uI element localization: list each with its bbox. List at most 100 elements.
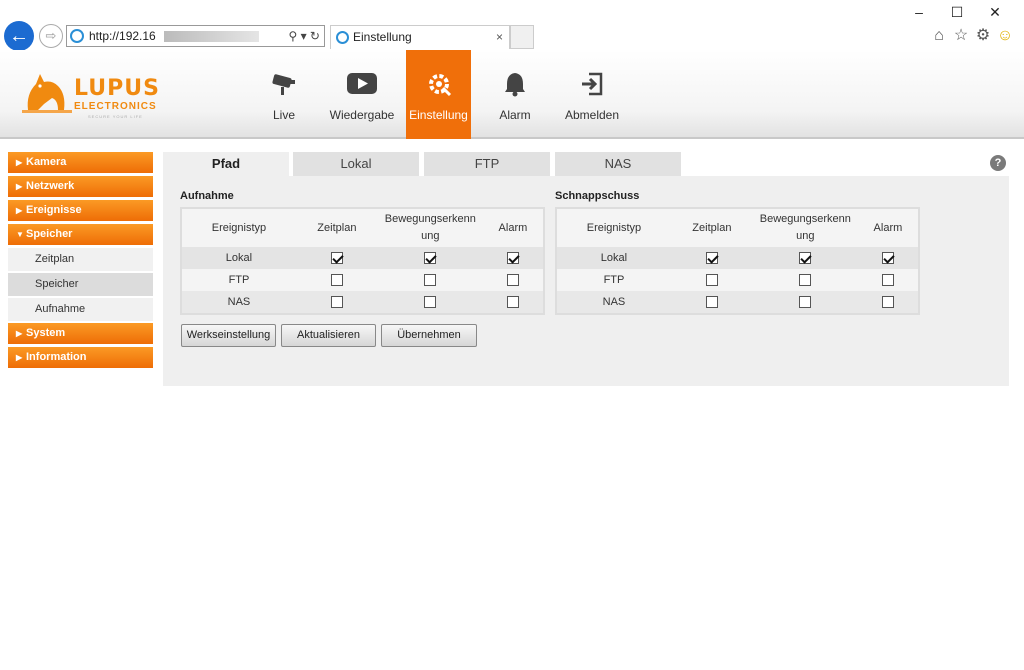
checkbox[interactable] (799, 274, 812, 287)
column-header: Zeitplan (317, 221, 357, 234)
sidebar-item-label: Kamera (26, 156, 67, 168)
row-label: NAS (182, 291, 296, 313)
logout-icon (560, 70, 624, 100)
checkbox[interactable] (506, 252, 519, 265)
checkbox[interactable] (424, 296, 437, 309)
smiley-icon[interactable]: ☺ (994, 27, 1016, 45)
column-header: Ereignistyp (586, 221, 642, 234)
window-controls: – ☐ ✕ (900, 4, 1014, 21)
sidebar-subitem-speicher[interactable]: Speicher (8, 273, 153, 296)
sidebar-subitem-aufnahme[interactable]: Aufnahme (8, 298, 153, 321)
tab-ftp[interactable]: FTP (424, 152, 550, 176)
app-header: LUPUS ELECTRONICS SECURE YOUR LIFE Live … (0, 50, 1024, 139)
back-arrow-icon[interactable]: ← (4, 21, 34, 51)
wolf-logo-icon (22, 74, 72, 113)
sidebar-item-ereignisse[interactable]: ▶ Ereignisse (8, 200, 153, 221)
table-row: NAS (557, 291, 918, 313)
logo-brand: LUPUS (74, 76, 160, 101)
checkbox[interactable] (705, 296, 718, 309)
aufnahme-title: Aufnahme (180, 190, 234, 202)
checkbox[interactable] (330, 296, 343, 309)
default-button[interactable]: Werkseinstellung (181, 324, 276, 347)
tab-lokal[interactable]: Lokal (293, 152, 419, 176)
apply-button[interactable]: Übernehmen (381, 324, 477, 347)
checkbox[interactable] (506, 296, 519, 309)
checkbox[interactable] (705, 252, 718, 265)
checkbox[interactable] (424, 252, 437, 265)
logo-sub: ELECTRONICS (74, 101, 157, 112)
sidebar-item-label: System (26, 327, 66, 339)
table-row: NAS (182, 291, 543, 313)
caret-right-icon: ▶ (16, 206, 23, 215)
checkbox[interactable] (881, 274, 894, 287)
sidebar-item-system[interactable]: ▶ System (8, 323, 153, 344)
star-icon[interactable]: ☆ (950, 25, 972, 45)
settings-icon (406, 70, 471, 100)
browser-toolbar: ⌂ ☆ ⚙ ☺ (928, 25, 1016, 45)
tab-close-icon[interactable]: × (496, 26, 503, 48)
checkbox[interactable] (881, 296, 894, 309)
caret-right-icon: ▶ (16, 353, 23, 362)
caret-right-icon: ▶ (16, 182, 23, 191)
row-label: FTP (182, 269, 296, 291)
tab-nas[interactable]: NAS (555, 152, 681, 176)
refresh-button[interactable]: Aktualisieren (281, 324, 376, 347)
caret-right-icon: ▶ (16, 158, 23, 167)
nav-abmelden[interactable]: Abmelden (560, 50, 624, 139)
nav-wiedergabe-label: Wiedergabe (329, 108, 395, 122)
column-header: Ereignistyp (211, 221, 267, 234)
sidebar: ▶ Kamera ▶ Netzwerk ▶ Ereignisse ▼ Speicher … (8, 152, 153, 371)
sidebar-subitem-zeitplan[interactable]: Zeitplan (8, 248, 153, 271)
nav-einstellung[interactable]: Einstellung (406, 50, 471, 139)
row-label: Lokal (557, 247, 671, 269)
address-bar[interactable]: http://192.16 ⚲ ▾ ↻ (66, 25, 325, 47)
forward-arrow-icon[interactable]: ⇨ (39, 24, 63, 48)
column-header: Alarm (498, 221, 528, 234)
checkbox[interactable] (799, 296, 812, 309)
schnappschuss-title: Schnappschuss (555, 190, 640, 202)
gear-icon[interactable]: ⚙ (972, 25, 994, 45)
tab-pfad[interactable]: Pfad (163, 152, 289, 176)
bell-icon (490, 70, 540, 100)
sidebar-item-speicher[interactable]: ▼ Speicher (8, 224, 153, 245)
help-icon[interactable]: ? (990, 155, 1006, 171)
address-tools[interactable]: ⚲ ▾ ↻ (288, 26, 320, 46)
column-header: Alarm (873, 221, 903, 234)
column-header: Bewegungserkenn ung (759, 213, 851, 242)
home-icon[interactable]: ⌂ (928, 27, 950, 45)
row-label: FTP (557, 269, 671, 291)
checkbox[interactable] (330, 274, 343, 287)
maximize-button[interactable]: ☐ (938, 4, 976, 21)
column-header: Bewegungserkenn ung (384, 213, 476, 242)
close-window-button[interactable]: ✕ (976, 4, 1014, 21)
logo-tagline: SECURE YOUR LIFE (88, 114, 143, 119)
schnappschuss-table: Ereignistyp Zeitplan Bewegungserkenn ung… (555, 207, 920, 315)
path-settings-panel: Aufnahme Ereignistyp Zeitplan Bewegungse… (163, 176, 1009, 386)
nav-alarm[interactable]: Alarm (490, 50, 540, 139)
sidebar-item-label: Ereignisse (26, 204, 82, 216)
sidebar-item-kamera[interactable]: ▶ Kamera (8, 152, 153, 173)
table-row: FTP (557, 269, 918, 291)
new-tab-button[interactable] (510, 25, 534, 49)
checkbox[interactable] (799, 252, 812, 265)
nav-abmelden-label: Abmelden (564, 108, 620, 122)
sidebar-item-label: Speicher (26, 228, 73, 240)
minimize-button[interactable]: – (900, 4, 938, 20)
sidebar-item-label: Information (26, 351, 87, 363)
browser-tab[interactable]: Einstellung × (330, 25, 510, 49)
checkbox[interactable] (705, 274, 718, 287)
nav-wiedergabe[interactable]: Wiedergabe (328, 50, 396, 139)
nav-live[interactable]: Live (252, 50, 316, 139)
camera-icon (252, 70, 316, 100)
browser-chrome: ← ⇨ http://192.16 ⚲ ▾ ↻ Einstellung × – ☐… (0, 0, 1024, 51)
address-text: http://192.16 (89, 29, 156, 43)
checkbox[interactable] (506, 274, 519, 287)
checkbox[interactable] (330, 252, 343, 265)
checkbox[interactable] (881, 252, 894, 265)
sidebar-item-information[interactable]: ▶ Information (8, 347, 153, 368)
checkbox[interactable] (424, 274, 437, 287)
address-redaction (164, 31, 259, 42)
caret-right-icon: ▶ (16, 329, 23, 338)
sidebar-item-netzwerk[interactable]: ▶ Netzwerk (8, 176, 153, 197)
browser-tab-title: Einstellung (353, 30, 412, 44)
